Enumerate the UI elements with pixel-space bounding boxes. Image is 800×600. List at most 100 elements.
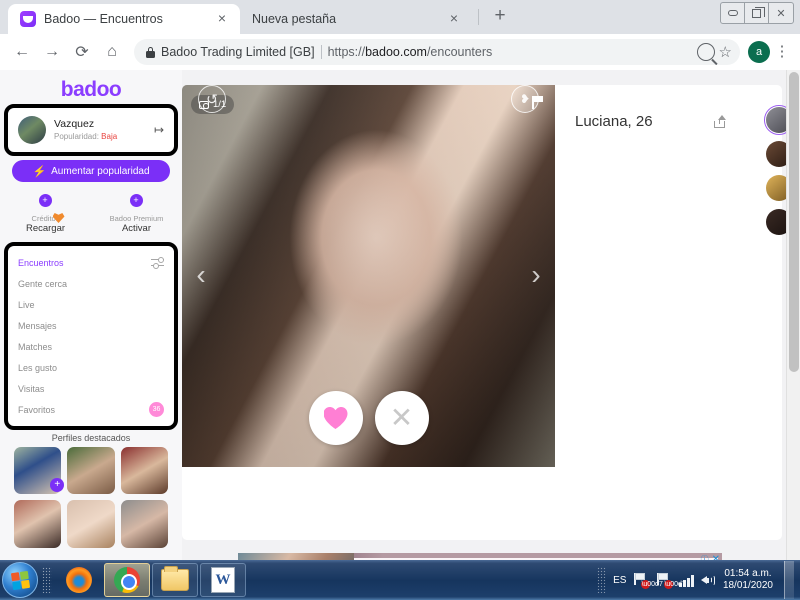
featured-profiles-grid: + [0,447,182,548]
url-text: https://badoo.com/encounters [328,45,493,59]
flag-warning-icon[interactable]: \u00d7 [633,572,663,589]
favoritos-count-badge: 36 [149,402,164,417]
new-tab-button[interactable]: + [487,4,513,30]
show-desktop-button[interactable] [784,561,794,599]
badoo-favicon-icon [20,11,36,27]
close-window-button[interactable]: ✕ [769,3,793,23]
browser-menu-icon[interactable]: ⋮ [772,44,792,59]
sidebar-item-label: Encuentros [18,257,64,268]
bolt-icon: ⚡ [32,165,47,178]
featured-profiles-title: Perfiles destacados [51,433,131,443]
boost-popularity-button[interactable]: ⚡ Aumentar popularidad [12,160,170,182]
featured-thumb[interactable] [120,447,168,495]
profile-avatar-chip[interactable]: a [748,41,770,63]
tab-close-icon[interactable]: × [446,11,462,27]
next-photo-arrow-icon[interactable]: › [525,259,547,293]
word-icon: W [211,567,235,593]
premium-caption: Badoo Premium [109,214,164,223]
featured-thumb[interactable]: + [14,447,65,495]
pass-button[interactable]: ✕ [374,391,429,445]
encounter-photo[interactable]: 1/1 ‹ › ↺ ✕ ❥ [182,85,555,467]
folder-icon [161,566,189,591]
sidebar-item-mensajes[interactable]: Mensajes [8,315,174,336]
promo-row: + Créditos Recargar + Badoo Premium Acti… [0,192,182,234]
sidebar-item-les-gusto[interactable]: Les gusto [8,357,174,378]
action-center-icon[interactable]: \u00d7 [656,572,686,589]
premium-action-label: Activar [121,223,152,234]
back-button[interactable]: ← [8,38,36,66]
sidebar-item-label: Matches [18,341,53,352]
url-domain: badoo.com [365,45,427,59]
start-button[interactable] [2,562,38,598]
maximize-button[interactable] [745,3,769,23]
sidebar-item-encuentros[interactable]: Encuentros [8,252,174,273]
featured-thumb[interactable] [67,447,115,495]
sidebar-item-label: Visitas [18,383,45,394]
avatar[interactable] [18,116,46,144]
clock-time: 01:54 a.m. [724,568,772,579]
tab-strip: Badoo — Encuentros × Nueva pestaña × + ✕ [0,0,800,34]
sidebar-nav: Encuentros Gente cerca Live Mensajes Mat… [4,242,178,430]
encounter-info: Luciana, 26 [555,85,794,540]
address-bar[interactable]: Badoo Trading Limited [GB] https://badoo… [134,39,740,65]
page-scrollbar[interactable] [786,70,800,560]
sidebar-item-matches[interactable]: Matches [8,336,174,357]
popularity-value: Baja [101,131,118,141]
boost-popularity-label: Aumentar popularidad [51,165,150,177]
prev-photo-arrow-icon[interactable]: ‹ [190,259,212,293]
sidebar-item-live[interactable]: Live [8,294,174,315]
popularity-label: Popularidad: [54,131,99,141]
bookmark-star-icon[interactable]: ☆ [719,43,732,61]
browser-chrome: Badoo — Encuentros × Nueva pestaña × + ✕… [0,0,800,70]
close-icon: ✕ [389,402,414,433]
sidebar-item-gente-cerca[interactable]: Gente cerca [8,273,174,294]
scrollbar-thumb[interactable] [789,72,799,372]
tab-title: Nueva pestaña [252,12,337,26]
heart-icon [324,407,348,429]
featured-thumb[interactable] [67,500,115,548]
undo-button[interactable]: ↺ [198,85,226,113]
url-scheme: https:// [327,45,366,59]
taskbar-item-file-explorer[interactable] [152,563,198,597]
plus-badge-icon[interactable]: + [50,478,65,493]
user-profile-row[interactable]: Vazquez Popularidad: Baja ↦ [8,108,174,152]
clock[interactable]: 01:54 a.m. 18/01/2020 [723,568,773,592]
credits-promo[interactable]: + Créditos Recargar [0,192,91,234]
tab-close-icon[interactable]: × [214,11,230,27]
superpower-button[interactable]: ❥ [511,85,539,113]
taskbar-item-firefox[interactable] [56,563,102,597]
search-icon[interactable] [696,43,715,61]
forward-button[interactable]: → [38,38,66,66]
user-profile-card[interactable]: Vazquez Popularidad: Baja ↦ [4,104,178,156]
taskbar-item-word[interactable]: W [200,563,246,597]
minimize-icon [727,10,738,16]
plus-badge-icon: + [129,194,143,207]
sidebar-item-favoritos[interactable]: Favoritos 36 [8,399,174,420]
lock-icon [146,46,155,58]
taskbar-item-chrome[interactable] [104,563,150,597]
reload-button[interactable]: ⟳ [68,38,96,66]
ev-certificate-label: Badoo Trading Limited [GB] [161,45,315,59]
ad-banner[interactable]: Clickatell Global reach with 1 SMS API E… [238,553,722,560]
system-tray: ES \u00d7 \u00d7 01:54 a.m. 18/01/2020 [597,561,800,599]
logout-icon[interactable]: ↦ [154,123,164,137]
screen: Badoo — Encuentros × Nueva pestaña × + ✕… [0,0,800,600]
omnibox-actions: ☆ [696,43,734,61]
encounter-actions: ✕ [182,391,555,445]
chrome-icon [114,567,140,593]
ad-image [238,553,354,560]
sidebar-item-visitas[interactable]: Visitas [8,378,174,399]
featured-thumb[interactable] [14,500,62,548]
home-button[interactable]: ⌂ [98,38,126,66]
featured-thumb[interactable] [120,500,168,548]
browser-tab-active[interactable]: Badoo — Encuentros × [8,4,240,34]
share-icon[interactable] [713,115,726,129]
popularity-status: Popularidad: Baja [54,131,146,143]
language-indicator[interactable]: ES [613,575,626,586]
filter-icon[interactable] [151,256,164,270]
minimize-button[interactable] [721,3,745,23]
browser-tab-inactive[interactable]: Nueva pestaña × [240,4,472,34]
volume-icon[interactable] [700,573,716,587]
premium-promo[interactable]: + Badoo Premium Activar [91,192,182,234]
like-button[interactable] [308,391,363,445]
